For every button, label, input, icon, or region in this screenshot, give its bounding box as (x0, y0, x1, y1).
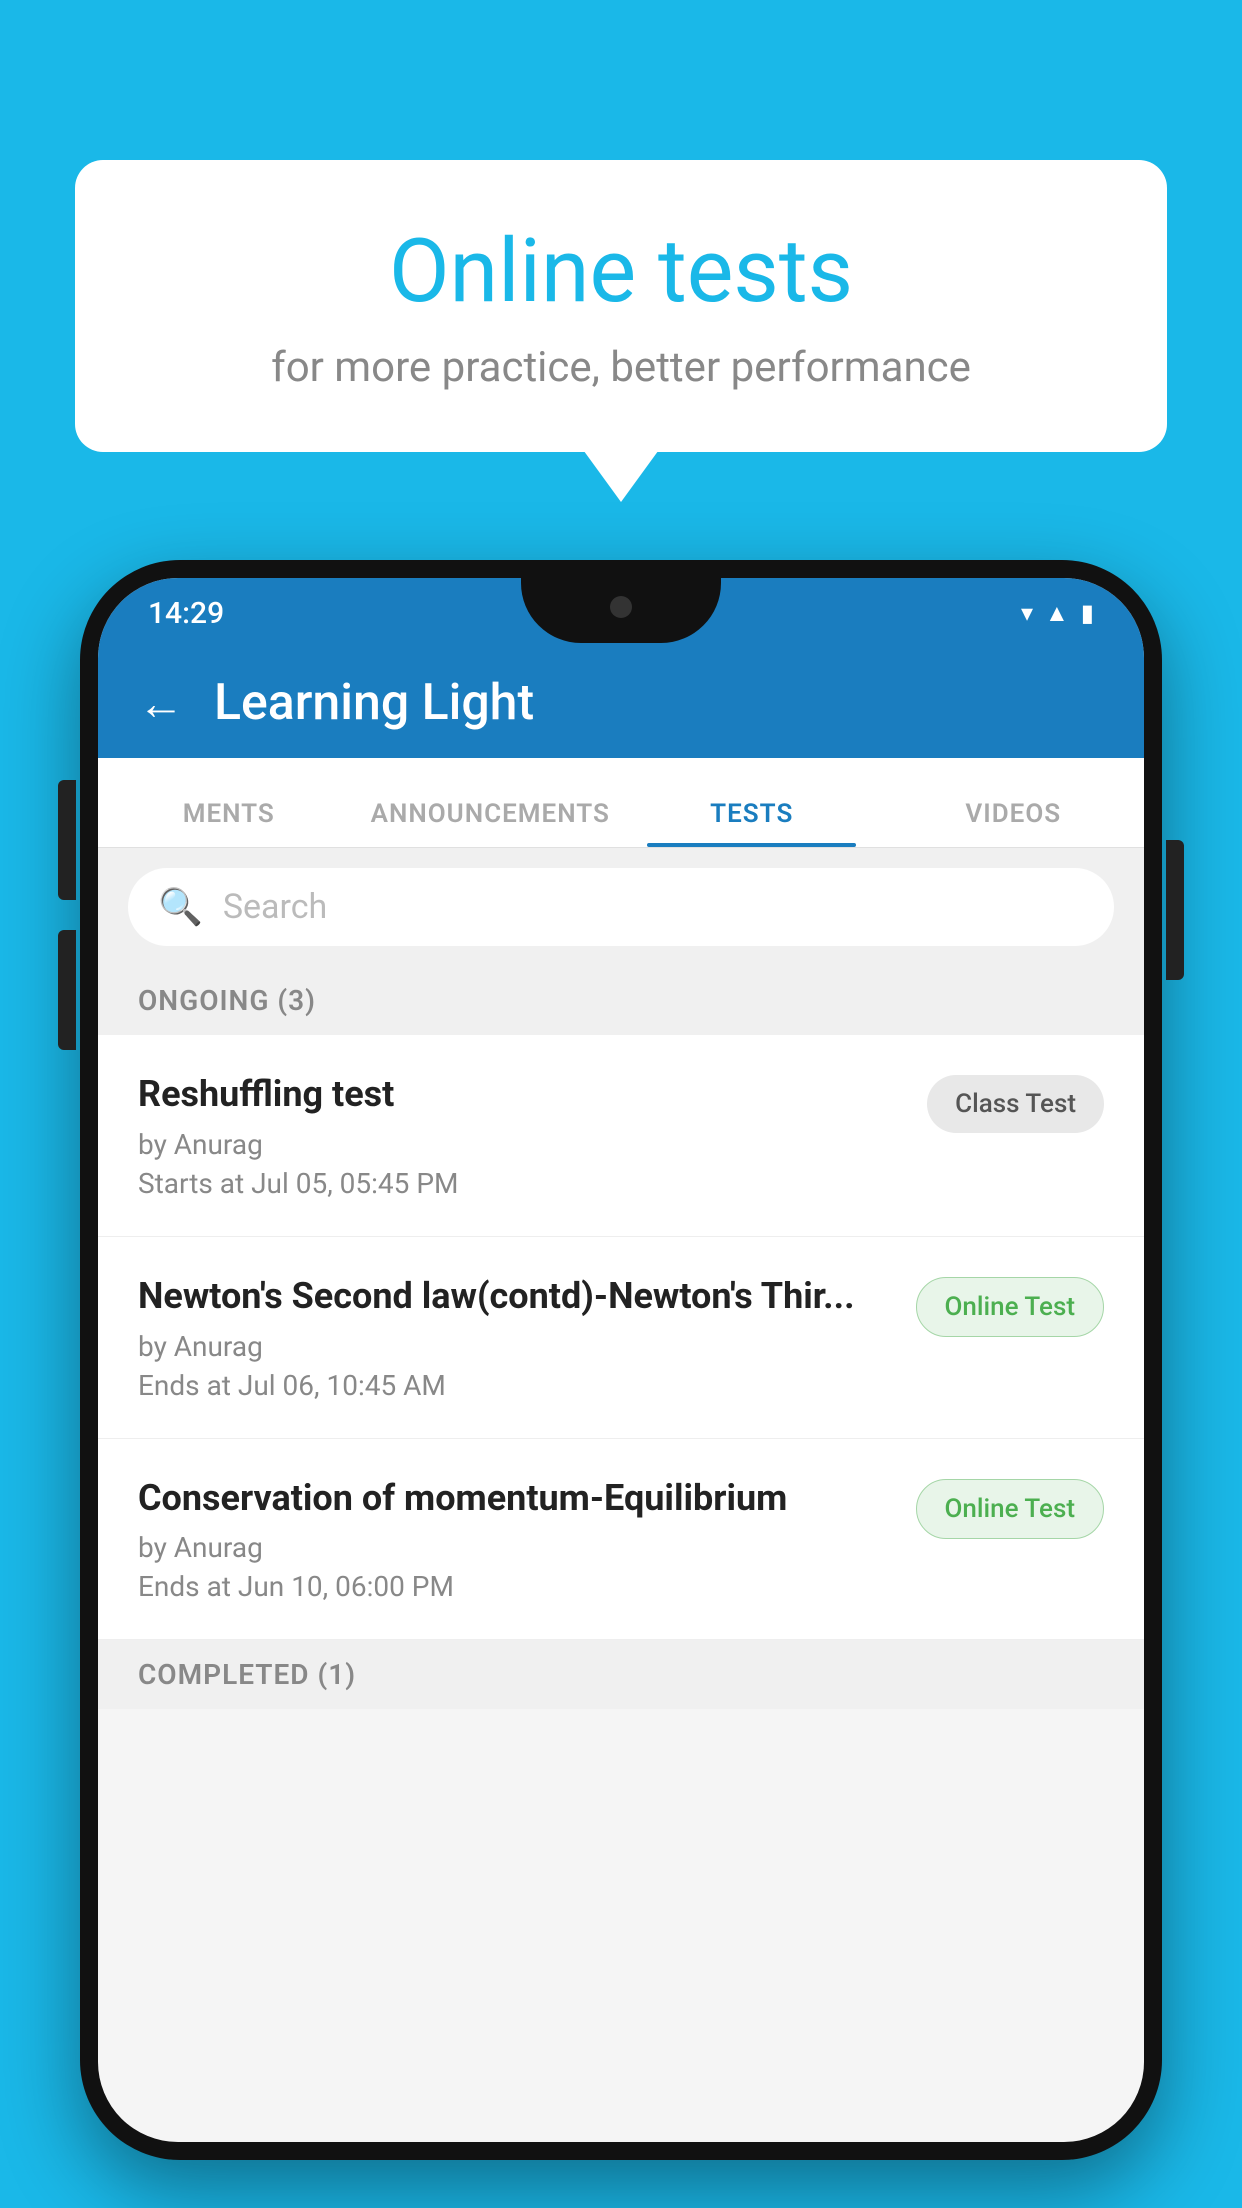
test-date-1: Starts at Jul 05, 05:45 PM (138, 1167, 907, 1200)
test-date-3: Ends at Jun 10, 06:00 PM (138, 1570, 896, 1603)
status-time: 14:29 (148, 596, 224, 631)
test-info-3: Conservation of momentum-Equilibrium by … (138, 1475, 896, 1604)
app-header: ← Learning Light (98, 648, 1144, 758)
speech-bubble-title: Online tests (155, 220, 1087, 323)
test-list: Reshuffling test by Anurag Starts at Jul… (98, 1035, 1144, 1640)
test-badge-1: Class Test (927, 1075, 1104, 1133)
tabs-bar: MENTS ANNOUNCEMENTS TESTS VIDEOS (98, 758, 1144, 848)
completed-section-header: COMPLETED (1) (98, 1640, 1144, 1709)
speech-bubble: Online tests for more practice, better p… (75, 160, 1167, 452)
test-badge-2: Online Test (916, 1277, 1105, 1337)
test-item-2[interactable]: Newton's Second law(contd)-Newton's Thir… (98, 1237, 1144, 1439)
test-badge-3: Online Test (916, 1479, 1105, 1539)
camera-dot (610, 596, 632, 618)
signal-icon: ▲ (1045, 599, 1069, 628)
test-item-1[interactable]: Reshuffling test by Anurag Starts at Jul… (98, 1035, 1144, 1237)
app-title: Learning Light (214, 674, 534, 732)
test-info-2: Newton's Second law(contd)-Newton's Thir… (138, 1273, 896, 1402)
test-item-3[interactable]: Conservation of momentum-Equilibrium by … (98, 1439, 1144, 1641)
phone-outer: 14:29 ▾ ▲ ▮ ← Learning Light MENTS A (80, 560, 1162, 2160)
back-button[interactable]: ← (138, 676, 184, 731)
speech-bubble-subtitle: for more practice, better performance (155, 343, 1087, 392)
test-by-2: by Anurag (138, 1330, 896, 1363)
test-name-3: Conservation of momentum-Equilibrium (138, 1475, 896, 1522)
status-bar: 14:29 ▾ ▲ ▮ (98, 578, 1144, 648)
search-container: 🔍 Search (98, 848, 1144, 966)
phone-screen: 14:29 ▾ ▲ ▮ ← Learning Light MENTS A (98, 578, 1144, 2142)
search-bar[interactable]: 🔍 Search (128, 868, 1114, 946)
tab-tests[interactable]: TESTS (621, 799, 883, 847)
search-icon: 🔍 (158, 886, 203, 928)
test-date-2: Ends at Jul 06, 10:45 AM (138, 1369, 896, 1402)
test-name-2: Newton's Second law(contd)-Newton's Thir… (138, 1273, 896, 1320)
speech-bubble-container: Online tests for more practice, better p… (75, 160, 1167, 452)
tab-videos[interactable]: VIDEOS (883, 799, 1145, 847)
search-input-placeholder[interactable]: Search (223, 887, 327, 927)
phone-wrapper: 14:29 ▾ ▲ ▮ ← Learning Light MENTS A (80, 560, 1162, 2208)
test-by-1: by Anurag (138, 1128, 907, 1161)
ongoing-section-header: ONGOING (3) (98, 966, 1144, 1035)
test-info-1: Reshuffling test by Anurag Starts at Jul… (138, 1071, 907, 1200)
battery-icon: ▮ (1081, 599, 1094, 627)
wifi-icon: ▾ (1021, 599, 1033, 627)
test-name-1: Reshuffling test (138, 1071, 907, 1118)
status-icons: ▾ ▲ ▮ (1021, 599, 1094, 628)
tab-ments[interactable]: MENTS (98, 799, 360, 847)
test-by-3: by Anurag (138, 1531, 896, 1564)
tab-announcements[interactable]: ANNOUNCEMENTS (360, 799, 622, 847)
